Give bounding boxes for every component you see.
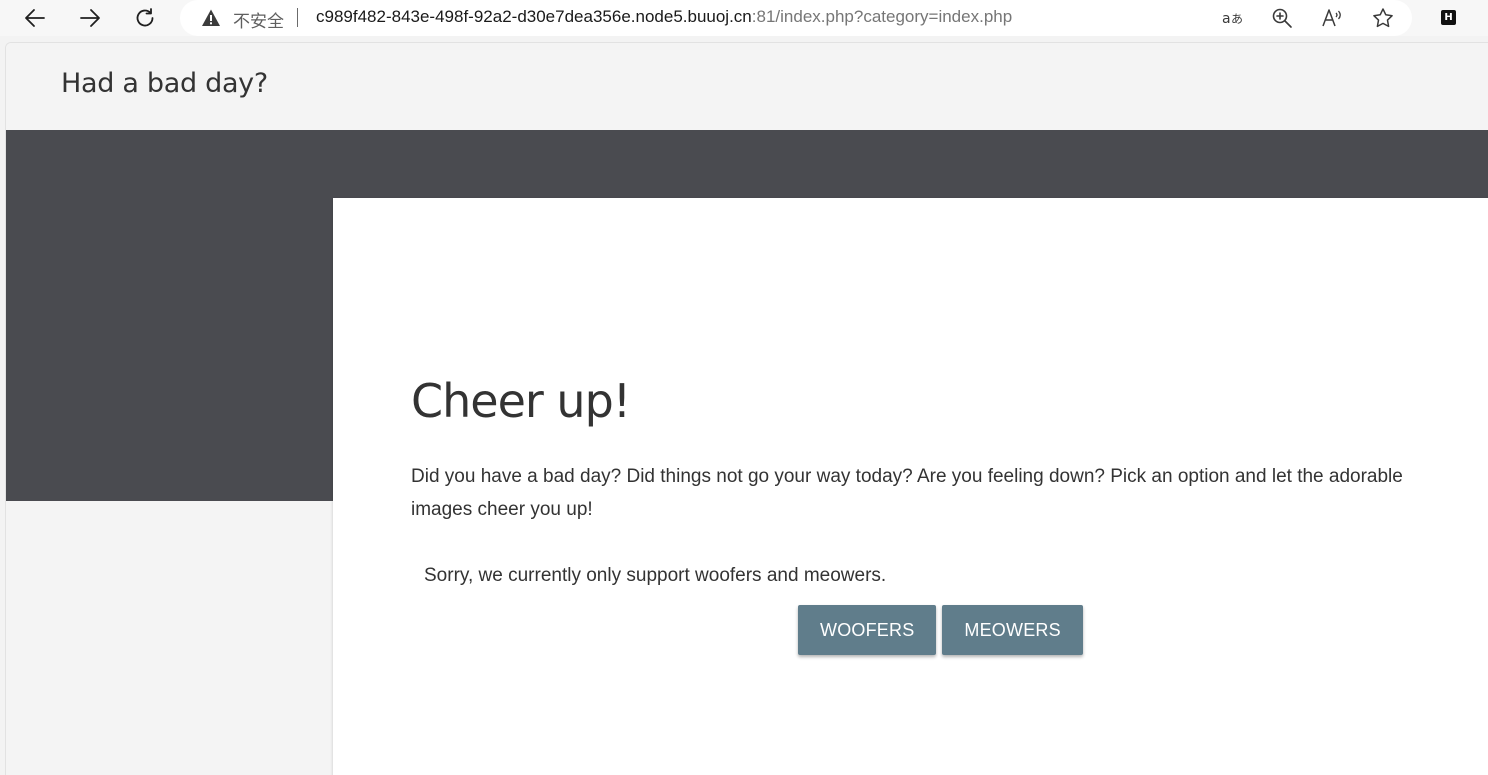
card-paragraph: Did you have a bad day? Did things not g…: [411, 466, 1403, 520]
extension-icon[interactable]: H: [1441, 10, 1456, 25]
card-heading: Cheer up!: [411, 374, 631, 428]
site-title: Had a bad day?: [61, 68, 268, 99]
url-text[interactable]: c989f482-843e-498f-92a2-d30e7dea356e.nod…: [316, 7, 1012, 27]
page-viewport: Had a bad day? Cheer up! Did you have a …: [5, 42, 1488, 775]
favorite-star-icon[interactable]: [1372, 7, 1394, 29]
category-button-group: WOOFERS MEOWERS: [798, 605, 1083, 655]
woofers-button[interactable]: WOOFERS: [798, 605, 937, 655]
refresh-icon[interactable]: [130, 3, 160, 33]
back-arrow-icon[interactable]: [20, 3, 50, 33]
svg-text:あ: あ: [1231, 12, 1243, 26]
url-path: :81/index.php?category=index.php: [751, 7, 1013, 26]
url-host: c989f482-843e-498f-92a2-d30e7dea356e.nod…: [316, 7, 752, 26]
browser-toolbar: 不安全 c989f482-843e-498f-92a2-d30e7dea356e…: [0, 0, 1488, 36]
svg-text:a: a: [1222, 11, 1231, 27]
support-notice: Sorry, we currently only support woofers…: [424, 565, 887, 586]
address-bar[interactable]: 不安全 c989f482-843e-498f-92a2-d30e7dea356e…: [180, 0, 1412, 36]
url-separator: [297, 8, 298, 27]
warning-icon[interactable]: [201, 8, 221, 28]
translate-icon[interactable]: aあ: [1221, 7, 1243, 29]
site-header: Had a bad day?: [6, 43, 1488, 130]
security-status-label[interactable]: 不安全: [233, 7, 284, 32]
forward-arrow-icon[interactable]: [75, 3, 105, 33]
content-card: Cheer up! Did you have a bad day? Did th…: [333, 198, 1488, 775]
read-aloud-icon[interactable]: [1321, 7, 1343, 29]
meowers-button[interactable]: MEOWERS: [942, 605, 1083, 655]
zoom-icon[interactable]: [1271, 7, 1293, 29]
